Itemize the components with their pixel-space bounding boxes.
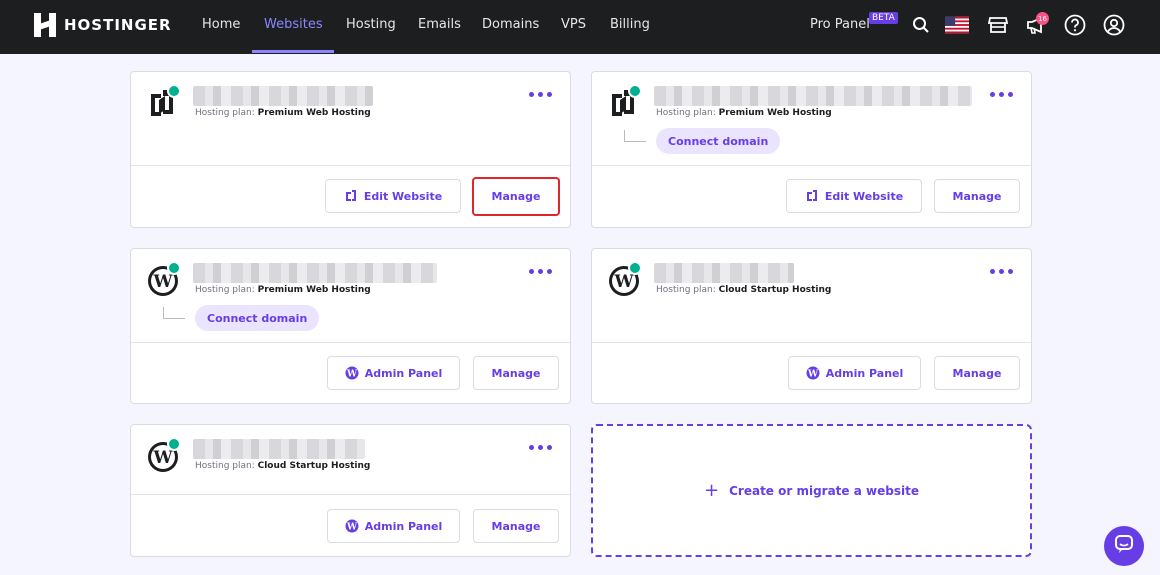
brand-name: HOSTINGER (64, 16, 172, 34)
website-card: W Hosting plan: Premium Web Hosting Conn… (130, 248, 571, 404)
plus-icon: + (704, 480, 720, 501)
website-domain-redacted (193, 263, 437, 283)
hosting-plan: Hosting plan: Premium Web Hosting (195, 285, 371, 295)
nav-domains[interactable]: Domains (482, 17, 539, 32)
manage-button[interactable]: Manage (934, 179, 1020, 213)
more-options-icon[interactable] (529, 445, 552, 450)
svg-text:W: W (152, 448, 173, 468)
svg-text:W: W (613, 272, 634, 292)
manage-button[interactable]: Manage (473, 356, 559, 390)
pro-panel-link[interactable]: Pro Panel (810, 17, 870, 32)
nav-vps[interactable]: VPS (561, 17, 586, 32)
tree-connector (624, 130, 646, 142)
search-icon[interactable] (909, 13, 933, 37)
manage-button[interactable]: Manage (473, 509, 559, 543)
top-navigation: HOSTINGER Home Websites Hosting Emails D… (0, 0, 1160, 54)
website-domain-redacted (654, 263, 794, 283)
website-builder-icon (805, 189, 819, 203)
account-icon[interactable] (1102, 13, 1126, 37)
website-card: Hosting plan: Premium Web Hosting Connec… (591, 71, 1032, 228)
create-website-label: Create or migrate a website (729, 483, 919, 498)
svg-text:W: W (807, 370, 819, 380)
hosting-plan: Hosting plan: Cloud Startup Hosting (195, 461, 371, 471)
chat-button[interactable] (1104, 526, 1144, 566)
chat-icon (1114, 534, 1134, 558)
manage-button[interactable]: Manage (934, 356, 1020, 390)
admin-panel-button[interactable]: W Admin Panel (788, 356, 921, 390)
create-website-card[interactable]: + Create or migrate a website (591, 424, 1032, 557)
more-options-icon[interactable] (990, 269, 1013, 274)
nav-websites[interactable]: Websites (264, 17, 323, 32)
nav-home[interactable]: Home (202, 17, 240, 32)
wordpress-icon: W (345, 519, 359, 533)
notification-badge: 16 (1036, 12, 1049, 25)
wordpress-icon: W (806, 366, 820, 380)
more-options-icon[interactable] (529, 269, 552, 274)
wordpress-icon: W (345, 366, 359, 380)
nav-hosting[interactable]: Hosting (346, 17, 396, 32)
manage-button[interactable]: Manage (472, 177, 560, 216)
status-dot (167, 261, 181, 275)
status-dot (167, 437, 181, 451)
connect-domain-button[interactable]: Connect domain (656, 128, 781, 154)
nav-billing[interactable]: Billing (610, 17, 650, 32)
help-icon[interactable] (1063, 13, 1087, 37)
svg-text:W: W (152, 272, 173, 292)
edit-website-button[interactable]: Edit Website (786, 179, 922, 213)
beta-badge: BETA (869, 12, 898, 24)
svg-text:W: W (346, 370, 358, 380)
website-domain-redacted (654, 86, 972, 106)
website-card: W Hosting plan: Cloud Startup Hosting W … (591, 248, 1032, 404)
active-tab-indicator (252, 50, 334, 53)
store-icon[interactable] (986, 13, 1010, 37)
hostinger-logo-icon (34, 13, 56, 37)
status-dot (628, 261, 642, 275)
admin-panel-button[interactable]: W Admin Panel (327, 356, 460, 390)
website-card: W Hosting plan: Cloud Startup Hosting W … (130, 424, 571, 557)
nav-emails[interactable]: Emails (418, 17, 461, 32)
svg-text:W: W (346, 523, 358, 533)
hosting-plan: Hosting plan: Premium Web Hosting (195, 108, 371, 118)
website-domain-redacted (193, 86, 373, 106)
more-options-icon[interactable] (990, 92, 1013, 97)
status-dot (628, 84, 642, 98)
tree-connector (163, 307, 185, 319)
status-dot (167, 84, 181, 98)
us-flag-icon[interactable] (945, 13, 969, 37)
hostinger-logo[interactable]: HOSTINGER (34, 13, 172, 37)
admin-panel-button[interactable]: W Admin Panel (327, 509, 460, 543)
website-domain-redacted (193, 439, 365, 459)
hosting-plan: Hosting plan: Premium Web Hosting (656, 108, 832, 118)
website-card: Hosting plan: Premium Web Hosting Edit W… (130, 71, 571, 228)
edit-website-button[interactable]: Edit Website (325, 179, 461, 213)
hosting-plan: Hosting plan: Cloud Startup Hosting (656, 285, 832, 295)
more-options-icon[interactable] (529, 92, 552, 97)
connect-domain-button[interactable]: Connect domain (195, 305, 320, 331)
website-builder-icon (344, 189, 358, 203)
